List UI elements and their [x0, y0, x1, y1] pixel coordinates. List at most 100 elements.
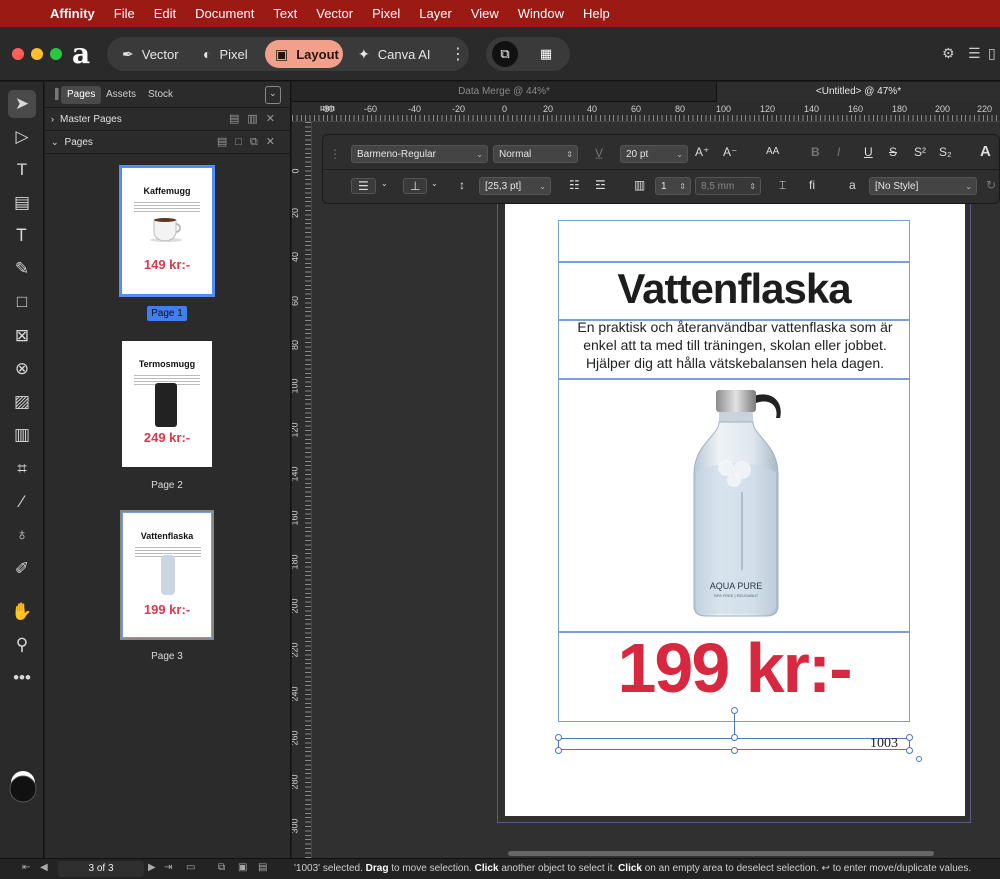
- menu-pixel[interactable]: Pixel: [372, 6, 400, 21]
- rotation-handle[interactable]: [731, 707, 738, 714]
- resize-handle-tl[interactable]: [555, 734, 562, 741]
- underline-icon[interactable]: U: [864, 145, 873, 159]
- caps-icon[interactable]: AA: [766, 146, 779, 157]
- text-frame-mode-icon[interactable]: ⧉: [492, 41, 518, 67]
- tab-assets[interactable]: Assets: [100, 86, 142, 104]
- resize-handle-br[interactable]: [906, 747, 913, 754]
- page-duplicate-icon[interactable]: ▣: [238, 862, 247, 873]
- color-picker-tool-icon[interactable]: ✐: [8, 555, 36, 583]
- rectangle-tool-icon[interactable]: □: [8, 288, 36, 316]
- page-box-icon[interactable]: ▭: [186, 862, 195, 873]
- master-page-actions-icon[interactable]: ▤▥✕: [229, 112, 283, 125]
- align-left-icon[interactable]: ☰: [351, 178, 376, 194]
- document-canvas[interactable]: Vattenflaska En praktisk och återanvändb…: [312, 122, 1000, 858]
- font-style-select[interactable]: Normal ⇕: [493, 145, 578, 163]
- refresh-style-icon[interactable]: ↻: [986, 178, 996, 192]
- tab-pages[interactable]: Pages: [61, 86, 102, 104]
- page-label-3[interactable]: Page 3: [90, 651, 244, 662]
- minimize-window-button[interactable]: [31, 48, 43, 60]
- toolbar-grip-icon[interactable]: ⋮: [329, 147, 341, 161]
- hand-tool-icon[interactable]: ✋: [8, 598, 36, 626]
- page-thumbnail-3[interactable]: Vattenflaska 199 kr:-: [120, 510, 214, 640]
- strikethrough-icon[interactable]: S: [889, 145, 897, 159]
- text-overflow-handle[interactable]: [916, 756, 922, 762]
- menu-file[interactable]: File: [114, 6, 135, 21]
- water-bottle-image[interactable]: AQUA PURE BPA FREE | REUSABLE: [686, 384, 786, 618]
- character-style-icon[interactable]: a: [849, 178, 856, 192]
- page-thumbnail-2[interactable]: Termosmugg 249 kr:-: [122, 341, 212, 467]
- text-frame-icon[interactable]: ⌶: [779, 178, 786, 193]
- menu-window[interactable]: Window: [518, 6, 564, 21]
- table-tool-icon[interactable]: ▤: [8, 189, 36, 217]
- superscript-icon[interactable]: S²: [914, 145, 926, 159]
- leading-field[interactable]: [25,3 pt] ⌄: [479, 177, 551, 195]
- horizontal-scrollbar[interactable]: [508, 851, 934, 856]
- page-actions-icon[interactable]: ▤□⧉✕: [217, 135, 283, 149]
- color-well[interactable]: [8, 770, 38, 806]
- font-size-field[interactable]: 20 pt ⌄: [620, 145, 688, 163]
- page-thumbnail-1[interactable]: Kaffemugg 149 kr:-: [119, 165, 215, 297]
- frame-text-tool-icon[interactable]: T: [8, 156, 36, 184]
- page-label-1[interactable]: Page 1: [90, 306, 244, 321]
- italic-icon[interactable]: I: [837, 145, 840, 159]
- persona-layout[interactable]: ▣ Layout: [265, 40, 343, 68]
- leading-icon[interactable]: ↕: [459, 178, 465, 192]
- vertical-ruler[interactable]: 0 20 40 60 80 100 120 140 160 180 200 22…: [292, 122, 312, 858]
- resize-handle-tm[interactable]: [731, 734, 738, 741]
- page-delete-icon[interactable]: ▤: [258, 862, 267, 873]
- columns-field[interactable]: 1 ⇕: [655, 177, 691, 195]
- ellipse-frame-tool-icon[interactable]: ⊗: [8, 355, 36, 383]
- horizontal-ruler[interactable]: mm -80 -60 -40 -20 0 20 40 60 80 100 120…: [292, 102, 1000, 122]
- product-price[interactable]: 199 kr:-: [559, 628, 909, 708]
- close-window-button[interactable]: [12, 48, 24, 60]
- subscript-icon[interactable]: S₂: [939, 145, 952, 159]
- studio-panels-icon[interactable]: ☰: [968, 45, 981, 62]
- decrease-size-icon[interactable]: A⁻: [723, 145, 737, 159]
- settings-gear-icon[interactable]: ⚙: [942, 45, 955, 62]
- menu-text[interactable]: Text: [273, 6, 297, 21]
- page-indicator-field[interactable]: 3 of 3: [58, 861, 144, 877]
- persona-vector[interactable]: ✒ Vector: [112, 40, 189, 68]
- data-merge-tool-icon[interactable]: ▥: [8, 421, 36, 449]
- ligature-icon[interactable]: fi: [809, 178, 815, 192]
- tab-untitled[interactable]: <Untitled> @ 47%*: [716, 82, 1000, 102]
- fill-tool-icon[interactable]: ♁: [8, 521, 36, 549]
- panel-collapse-icon[interactable]: ⌄: [265, 86, 281, 104]
- studio-toggle-icon[interactable]: ▯: [988, 45, 996, 62]
- font-family-select[interactable]: Barmeno-Regular ⌄: [351, 145, 488, 163]
- menu-vector[interactable]: Vector: [316, 6, 353, 21]
- brush-tool-icon[interactable]: ⁄: [8, 488, 36, 516]
- place-image-tool-icon[interactable]: ▨: [8, 388, 36, 416]
- page-spread-icon[interactable]: ⧉: [218, 862, 225, 873]
- next-page-icon[interactable]: ▶: [148, 862, 156, 873]
- chevron-down-icon[interactable]: ⌄: [381, 179, 388, 188]
- more-tools-icon[interactable]: •••: [8, 664, 36, 692]
- pen-tool-icon[interactable]: ✎: [8, 255, 36, 283]
- artistic-text-tool-icon[interactable]: Ꭲ: [8, 222, 36, 250]
- columns-icon[interactable]: ▥: [634, 178, 645, 192]
- resize-handle-bl[interactable]: [555, 747, 562, 754]
- paragraph-style-select[interactable]: [No Style] ⌄: [869, 177, 977, 195]
- bold-icon[interactable]: B: [811, 145, 820, 159]
- prev-page-icon[interactable]: ◀: [40, 862, 48, 873]
- resize-handle-tr[interactable]: [906, 734, 913, 741]
- node-tool-icon[interactable]: ▷: [8, 123, 36, 151]
- pages-section[interactable]: ⌄ Pages ▤□⧉✕: [45, 131, 291, 154]
- bullet-list-icon[interactable]: ☷: [569, 178, 580, 192]
- zoom-window-button[interactable]: [50, 48, 62, 60]
- menu-edit[interactable]: Edit: [154, 6, 176, 21]
- grid-mode-icon[interactable]: ▦: [533, 41, 559, 67]
- zoom-tool-icon[interactable]: ⚲: [8, 631, 36, 659]
- menu-help[interactable]: Help: [583, 6, 610, 21]
- increase-size-icon[interactable]: A⁺: [695, 145, 709, 159]
- persona-pixel[interactable]: ◐ Pixel: [193, 40, 258, 68]
- picture-frame-tool-icon[interactable]: ⊠: [8, 322, 36, 350]
- crop-tool-icon[interactable]: ⌗: [8, 455, 36, 483]
- tracking-icon[interactable]: V̲: [595, 146, 603, 160]
- persona-canva-ai[interactable]: ✦ Canva AI: [348, 40, 441, 68]
- top-frame[interactable]: [558, 220, 910, 262]
- move-tool-icon[interactable]: ➤: [8, 90, 36, 118]
- product-title[interactable]: Vattenflaska: [559, 265, 909, 313]
- text-color-icon[interactable]: A: [980, 143, 991, 160]
- menu-layer[interactable]: Layer: [419, 6, 452, 21]
